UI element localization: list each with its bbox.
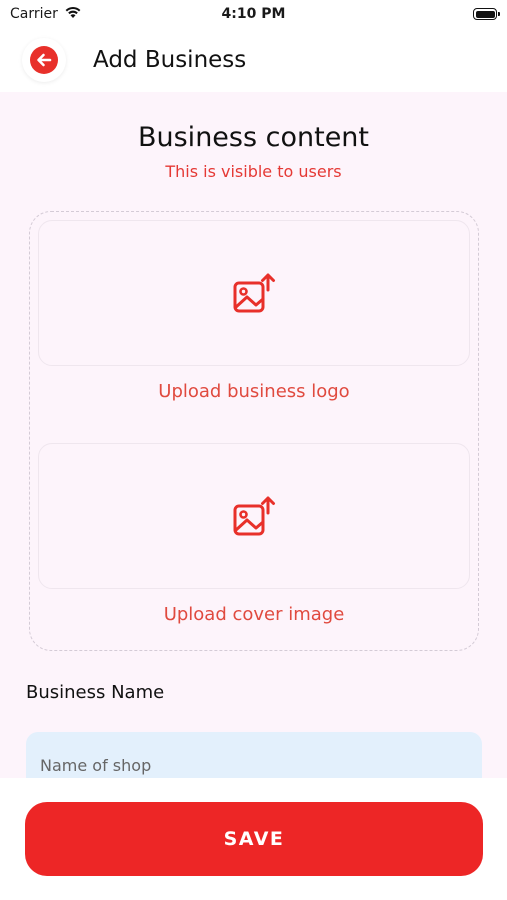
upload-logo-button[interactable] bbox=[38, 220, 470, 366]
image-upload-icon bbox=[233, 496, 275, 536]
business-name-label: Business Name bbox=[26, 682, 165, 703]
upload-frame: Upload business logo Upload cover image bbox=[29, 211, 479, 651]
upload-logo-label[interactable]: Upload business logo bbox=[30, 381, 478, 402]
section-title: Business content bbox=[137, 122, 370, 153]
upload-cover-button[interactable] bbox=[38, 443, 470, 589]
status-time: 4:10 PM bbox=[221, 6, 286, 22]
app-header: Add Business bbox=[0, 28, 507, 92]
page-title: Add Business bbox=[93, 47, 247, 73]
battery-level bbox=[475, 10, 495, 18]
status-bar: Carrier 4:10 PM bbox=[0, 0, 507, 28]
bottom-bar: SAVE bbox=[0, 778, 507, 900]
upload-cover-label[interactable]: Upload cover image bbox=[30, 604, 478, 625]
business-content-section: Business content This is visible to user… bbox=[0, 92, 507, 798]
save-button[interactable]: SAVE bbox=[25, 802, 483, 876]
image-upload-icon bbox=[233, 273, 275, 313]
section-subtitle: This is visible to users bbox=[165, 162, 342, 181]
arrow-left-icon bbox=[30, 46, 58, 74]
back-button[interactable] bbox=[22, 38, 66, 82]
battery-icon bbox=[473, 8, 500, 20]
